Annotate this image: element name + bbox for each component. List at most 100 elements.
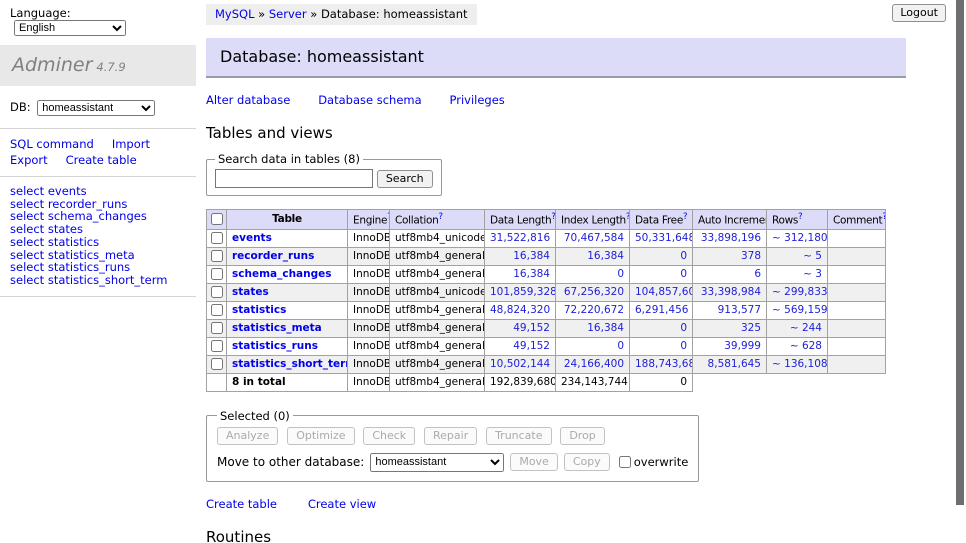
optimize-button[interactable]: Optimize	[287, 427, 354, 445]
data-free-cell[interactable]: 0	[630, 247, 693, 265]
database-schema-link[interactable]: Database schema	[318, 93, 421, 107]
index-length-cell[interactable]: 16,384	[556, 319, 630, 337]
language-select[interactable]: English	[14, 20, 126, 36]
table-name-link[interactable]: statistics_meta	[232, 322, 322, 334]
auto-increment-cell[interactable]: 39,999	[693, 337, 767, 355]
sidebar-item-select-statistics[interactable]: select statistics	[10, 236, 186, 249]
select-all-checkbox[interactable]	[211, 213, 223, 225]
db-label: DB:	[10, 100, 31, 114]
create-table-sidebar-link[interactable]: Create table	[66, 153, 137, 167]
auto-increment-cell[interactable]: 33,898,196	[693, 229, 767, 247]
engine-cell: InnoDB	[348, 283, 390, 301]
table-row: statistics_short_term InnoDB utf8mb4_gen…	[207, 355, 886, 373]
rows-count-cell[interactable]: ~ 628	[767, 337, 828, 355]
rows-count-cell[interactable]: ~ 569,159	[767, 301, 828, 319]
table-name-link[interactable]: statistics	[232, 304, 286, 316]
scrollbar-thumb[interactable]	[956, 0, 964, 505]
table-name-link[interactable]: statistics_short_term	[232, 358, 348, 370]
rows-count-cell[interactable]: ~ 312,180	[767, 229, 828, 247]
index-length-cell[interactable]: 0	[556, 337, 630, 355]
data-free-cell[interactable]: 6,291,456	[630, 301, 693, 319]
row-checkbox[interactable]	[211, 340, 223, 352]
import-link[interactable]: Import	[112, 137, 150, 151]
logout-button[interactable]: Logout	[892, 4, 946, 22]
index-length-cell[interactable]: 72,220,672	[556, 301, 630, 319]
auto-increment-cell[interactable]: 6	[693, 265, 767, 283]
rows-hint-link[interactable]: ?	[798, 212, 802, 222]
row-checkbox[interactable]	[211, 286, 223, 298]
index-length-cell[interactable]: 70,467,584	[556, 229, 630, 247]
table-name-link[interactable]: schema_changes	[232, 268, 332, 280]
db-select[interactable]: homeassistant	[37, 100, 155, 116]
data-free-hint-link[interactable]: ?	[683, 212, 687, 222]
row-checkbox[interactable]	[211, 358, 223, 370]
alter-database-link[interactable]: Alter database	[206, 93, 290, 107]
breadcrumb-link-server[interactable]: Server	[269, 7, 307, 21]
create-view-link[interactable]: Create view	[308, 497, 376, 511]
data-length-cell[interactable]: 10,502,144	[485, 355, 556, 373]
search-button[interactable]: Search	[377, 170, 433, 188]
table-name-link[interactable]: events	[232, 232, 272, 244]
rows-count-cell[interactable]: ~ 3	[767, 265, 828, 283]
data-length-cell[interactable]: 31,522,816	[485, 229, 556, 247]
data-length-cell[interactable]: 101,859,328	[485, 283, 556, 301]
data-free-cell[interactable]: 104,857,600	[630, 283, 693, 301]
index-length-cell[interactable]: 16,384	[556, 247, 630, 265]
row-checkbox[interactable]	[211, 304, 223, 316]
overwrite-checkbox[interactable]	[619, 456, 631, 468]
table-name-link[interactable]: statistics_runs	[232, 340, 318, 352]
collation-hint-link[interactable]: ?	[438, 212, 442, 222]
comment-hint-link[interactable]: ?	[882, 212, 885, 222]
sidebar-item-select-statistics-short-term[interactable]: select statistics_short_term	[10, 274, 186, 287]
index-length-hint-link[interactable]: ?	[626, 212, 630, 222]
create-table-link[interactable]: Create table	[206, 497, 277, 511]
index-length-cell[interactable]: 0	[556, 265, 630, 283]
row-checkbox[interactable]	[211, 250, 223, 262]
drop-button[interactable]: Drop	[560, 427, 604, 445]
auto-increment-cell[interactable]: 913,577	[693, 301, 767, 319]
data-length-cell[interactable]: 48,824,320	[485, 301, 556, 319]
auto-increment-cell[interactable]: 8,581,645	[693, 355, 767, 373]
rows-count-cell[interactable]: ~ 244	[767, 319, 828, 337]
privileges-link[interactable]: Privileges	[449, 93, 504, 107]
rows-count-cell[interactable]: ~ 299,833	[767, 283, 828, 301]
check-button[interactable]: Check	[363, 427, 415, 445]
data-free-cell[interactable]: 0	[630, 265, 693, 283]
row-checkbox[interactable]	[211, 322, 223, 334]
row-checkbox[interactable]	[211, 232, 223, 244]
auto-increment-cell[interactable]: 325	[693, 319, 767, 337]
sql-command-link[interactable]: SQL command	[10, 137, 94, 151]
truncate-button[interactable]: Truncate	[486, 427, 551, 445]
table-name-link[interactable]: recorder_runs	[232, 250, 314, 262]
sidebar-item-select-events[interactable]: select events	[10, 185, 186, 198]
row-checkbox[interactable]	[211, 268, 223, 280]
rows-count-cell[interactable]: ~ 5	[767, 247, 828, 265]
auto-increment-cell[interactable]: 33,398,984	[693, 283, 767, 301]
data-free-cell[interactable]: 188,743,680	[630, 355, 693, 373]
data-length-cell[interactable]: 49,152	[485, 319, 556, 337]
data-length-cell[interactable]: 16,384	[485, 247, 556, 265]
data-length-hint-link[interactable]: ?	[551, 212, 555, 222]
data-free-cell[interactable]: 0	[630, 337, 693, 355]
db-row: DB: homeassistant	[0, 86, 196, 118]
repair-button[interactable]: Repair	[424, 427, 477, 445]
rows-count-cell[interactable]: ~ 136,108	[767, 355, 828, 373]
data-length-cell[interactable]: 16,384	[485, 265, 556, 283]
data-free-cell[interactable]: 0	[630, 319, 693, 337]
table-name-link[interactable]: states	[232, 286, 269, 298]
analyze-button[interactable]: Analyze	[217, 427, 278, 445]
auto-increment-cell[interactable]: 378	[693, 247, 767, 265]
export-link[interactable]: Export	[10, 153, 48, 167]
move-button[interactable]: Move	[510, 453, 558, 471]
data-length-cell[interactable]: 49,152	[485, 337, 556, 355]
index-length-cell[interactable]: 67,256,320	[556, 283, 630, 301]
column-header-auto-increment: Auto Increment?	[693, 210, 767, 230]
move-db-select[interactable]: homeassistant	[370, 453, 504, 472]
index-length-cell[interactable]: 24,166,400	[556, 355, 630, 373]
breadcrumb-link-mysql[interactable]: MySQL	[215, 7, 255, 21]
sidebar-item-select-states[interactable]: select states	[10, 223, 186, 236]
search-input[interactable]	[215, 169, 373, 188]
engine-cell: InnoDB	[348, 301, 390, 319]
copy-button[interactable]: Copy	[564, 453, 610, 471]
data-free-cell[interactable]: 50,331,648	[630, 229, 693, 247]
